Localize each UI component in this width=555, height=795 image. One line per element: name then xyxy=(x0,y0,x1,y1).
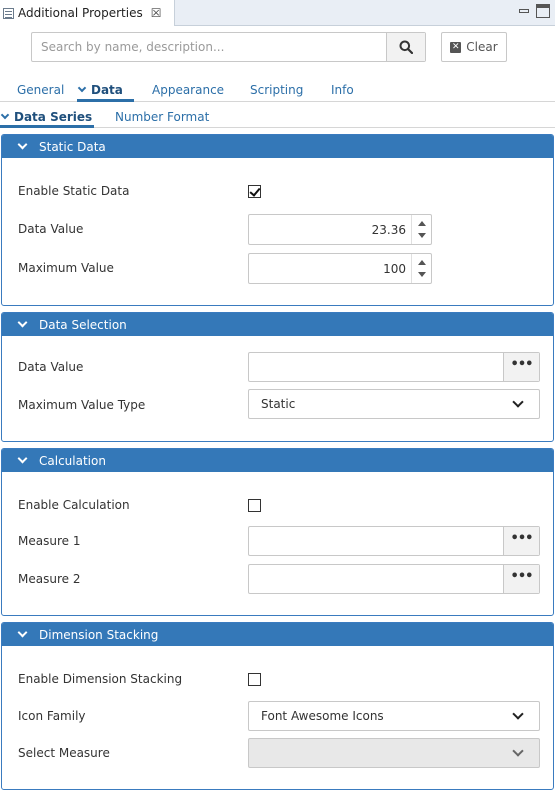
search-box xyxy=(31,32,426,62)
static-data-section: Static Data Enable Static Data Data Valu… xyxy=(1,134,554,306)
data-value-spinner[interactable]: 23.36 xyxy=(248,214,432,245)
enable-dimension-stacking-checkbox[interactable] xyxy=(248,673,261,686)
main-tabs: General Data Appearance Scripting Info xyxy=(0,78,555,102)
measure-1-row: Measure 1 ••• xyxy=(2,526,555,556)
enable-static-data-checkbox[interactable] xyxy=(248,185,261,198)
calculation-header[interactable]: Calculation xyxy=(2,449,553,472)
enable-static-data-label: Enable Static Data xyxy=(18,184,130,198)
tab-scripting[interactable]: Scripting xyxy=(250,83,303,97)
chevron-down-icon xyxy=(17,627,28,638)
measure-1-field[interactable]: ••• xyxy=(248,526,540,556)
calculation-section: Calculation Enable Calculation Measure 1… xyxy=(1,448,554,616)
chevron-down-icon xyxy=(512,708,524,720)
clear-button[interactable]: ✕ Clear xyxy=(441,32,507,62)
active-subtab-indicator xyxy=(0,125,94,128)
chevron-down-icon xyxy=(512,396,524,408)
additional-properties-tab[interactable]: Additional Properties ☒ xyxy=(0,0,175,26)
select-measure-select[interactable] xyxy=(248,738,540,768)
maximum-value-type-row: Maximum Value Type Static xyxy=(2,389,555,419)
tab-data-series-label: Data Series xyxy=(14,110,93,124)
data-selection-section: Data Selection Data Value ••• Maximum Va… xyxy=(1,312,554,442)
dimension-stacking-section: Dimension Stacking Enable Dimension Stac… xyxy=(1,622,554,790)
section-title: Dimension Stacking xyxy=(39,627,159,642)
measure-2-field[interactable]: ••• xyxy=(248,564,540,594)
maximum-value-row: Maximum Value 100 xyxy=(2,253,555,284)
view-tab-bar: Additional Properties ☒ xyxy=(0,0,555,26)
chevron-down-icon xyxy=(17,139,28,150)
enable-dimension-stacking-row: Enable Dimension Stacking xyxy=(2,664,555,694)
more-options-icon[interactable]: ••• xyxy=(503,565,539,593)
maximum-value-type-select[interactable]: Static xyxy=(248,389,540,419)
tab-appearance[interactable]: Appearance xyxy=(152,83,224,97)
measure-1-label: Measure 1 xyxy=(18,534,81,548)
icon-family-row: Icon Family Font Awesome Icons xyxy=(2,701,555,731)
tab-data-series[interactable]: Data Series xyxy=(0,110,93,124)
data-value-text: 23.36 xyxy=(371,223,406,237)
spinner-up-icon[interactable] xyxy=(418,221,426,226)
chevron-down-icon xyxy=(512,745,524,757)
maximum-value-text: 100 xyxy=(383,262,406,276)
static-data-header[interactable]: Static Data xyxy=(2,135,553,158)
select-measure-row: Select Measure xyxy=(2,738,555,768)
section-title: Static Data xyxy=(39,139,106,154)
dimension-stacking-header[interactable]: Dimension Stacking xyxy=(2,623,553,646)
chevron-down-icon xyxy=(17,453,28,464)
select-measure-label: Select Measure xyxy=(18,746,110,760)
tab-info[interactable]: Info xyxy=(331,83,354,97)
tab-number-format[interactable]: Number Format xyxy=(115,110,209,124)
section-title: Data Selection xyxy=(39,317,127,332)
enable-calculation-checkbox[interactable] xyxy=(248,499,261,512)
tab-data-label: Data xyxy=(91,83,123,97)
icon-family-value: Font Awesome Icons xyxy=(261,709,384,723)
enable-calculation-label: Enable Calculation xyxy=(18,498,130,512)
chevron-down-icon xyxy=(17,317,28,328)
clear-icon: ✕ xyxy=(450,41,462,53)
icon-family-label: Icon Family xyxy=(18,709,86,723)
maximum-value-label: Maximum Value xyxy=(18,261,114,275)
maximum-value-type-value: Static xyxy=(261,397,296,411)
tab-general[interactable]: General xyxy=(17,83,64,97)
selection-data-value-row: Data Value ••• xyxy=(2,352,555,382)
chevron-down-icon xyxy=(77,83,87,93)
selection-data-value-field[interactable]: ••• xyxy=(248,352,540,382)
active-tab-indicator xyxy=(77,99,134,102)
data-selection-header[interactable]: Data Selection xyxy=(2,313,553,336)
spinner-arrows xyxy=(411,254,431,283)
properties-view-icon xyxy=(3,7,14,19)
spinner-down-icon[interactable] xyxy=(418,233,426,238)
enable-static-data-row: Enable Static Data xyxy=(2,176,555,206)
search-input[interactable] xyxy=(32,33,386,61)
search-button[interactable] xyxy=(386,33,425,61)
selection-data-value-label: Data Value xyxy=(18,360,84,374)
enable-calculation-row: Enable Calculation xyxy=(2,490,555,520)
close-tab-icon[interactable]: ☒ xyxy=(151,6,162,20)
chevron-down-icon xyxy=(0,110,10,120)
data-value-row: Data Value 23.36 xyxy=(2,214,555,245)
clear-button-label: Clear xyxy=(466,40,498,54)
maximize-icon[interactable] xyxy=(536,4,550,18)
measure-2-row: Measure 2 ••• xyxy=(2,564,555,594)
measure-2-label: Measure 2 xyxy=(18,572,81,586)
maximum-value-type-label: Maximum Value Type xyxy=(18,398,146,412)
spinner-down-icon[interactable] xyxy=(418,272,426,277)
minimize-icon[interactable] xyxy=(517,4,531,18)
view-title: Additional Properties xyxy=(18,6,143,20)
more-options-icon[interactable]: ••• xyxy=(503,353,539,381)
spinner-up-icon[interactable] xyxy=(418,260,426,265)
search-icon xyxy=(399,40,413,54)
sub-tabs: Data Series Number Format xyxy=(0,106,555,128)
more-options-icon[interactable]: ••• xyxy=(503,527,539,555)
tab-data[interactable]: Data xyxy=(77,83,123,97)
data-value-label: Data Value xyxy=(18,222,84,236)
icon-family-select[interactable]: Font Awesome Icons xyxy=(248,701,540,731)
spinner-arrows xyxy=(411,215,431,244)
enable-dimension-stacking-label: Enable Dimension Stacking xyxy=(18,672,183,686)
section-title: Calculation xyxy=(39,453,106,468)
maximum-value-spinner[interactable]: 100 xyxy=(248,253,432,284)
